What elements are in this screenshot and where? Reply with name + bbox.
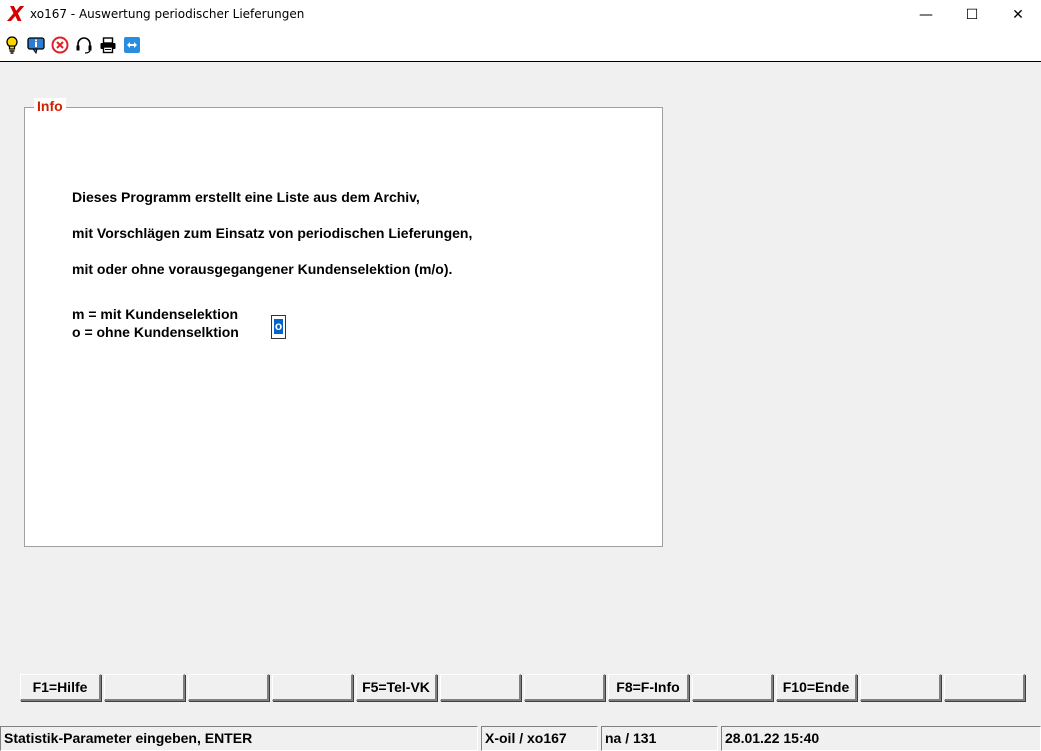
f6-button[interactable] <box>440 674 521 701</box>
info-line-1: Dieses Programm erstellt eine Liste aus … <box>72 189 420 205</box>
info-icon[interactable] <box>27 36 45 54</box>
status-message: Statistik-Parameter eingeben, ENTER <box>0 726 478 751</box>
f5-tel-vk-button[interactable]: F5=Tel-VK <box>356 674 437 701</box>
close-button[interactable]: ✕ <box>995 0 1041 30</box>
lightbulb-icon[interactable] <box>3 36 21 54</box>
f7-button[interactable] <box>524 674 605 701</box>
option-m-label: m = mit Kundenselektion <box>72 306 239 322</box>
status-bar: Statistik-Parameter eingeben, ENTER X-oi… <box>0 726 1041 751</box>
info-line-3: mit oder ohne vorausgegangener Kundensel… <box>72 261 453 277</box>
info-legend: Info <box>34 98 66 114</box>
info-line-2: mit Vorschlägen zum Einsatz von periodis… <box>72 225 473 241</box>
headset-icon[interactable] <box>75 36 93 54</box>
f11-button[interactable] <box>860 674 941 701</box>
status-program: X-oil / xo167 <box>481 726 598 751</box>
minimize-button[interactable]: — <box>903 0 949 30</box>
maximize-button[interactable]: ☐ <box>949 0 995 30</box>
selection-value: o <box>274 319 283 334</box>
f8-f-info-button[interactable]: F8=F-Info <box>608 674 689 701</box>
status-user: na / 131 <box>601 726 718 751</box>
f2-button[interactable] <box>104 674 185 701</box>
option-o-label: o = ohne Kundenselktion <box>72 324 239 340</box>
f3-button[interactable] <box>188 674 269 701</box>
title-bar: X xo167 - Auswertung periodischer Liefer… <box>0 0 1041 30</box>
remote-icon[interactable] <box>123 36 141 54</box>
toolbar <box>0 30 1041 62</box>
f9-button[interactable] <box>692 674 773 701</box>
f4-button[interactable] <box>272 674 353 701</box>
app-logo-icon: X <box>8 2 24 26</box>
printer-icon[interactable] <box>99 36 117 54</box>
f10-end-button[interactable]: F10=Ende <box>776 674 857 701</box>
f12-button[interactable] <box>944 674 1025 701</box>
status-datetime: 28.01.22 15:40 <box>721 726 1041 751</box>
f1-help-button[interactable]: F1=Hilfe <box>20 674 101 701</box>
window-title: xo167 - Auswertung periodischer Lieferun… <box>30 7 305 21</box>
stop-icon[interactable] <box>51 36 69 54</box>
selection-input[interactable]: o <box>271 315 286 339</box>
